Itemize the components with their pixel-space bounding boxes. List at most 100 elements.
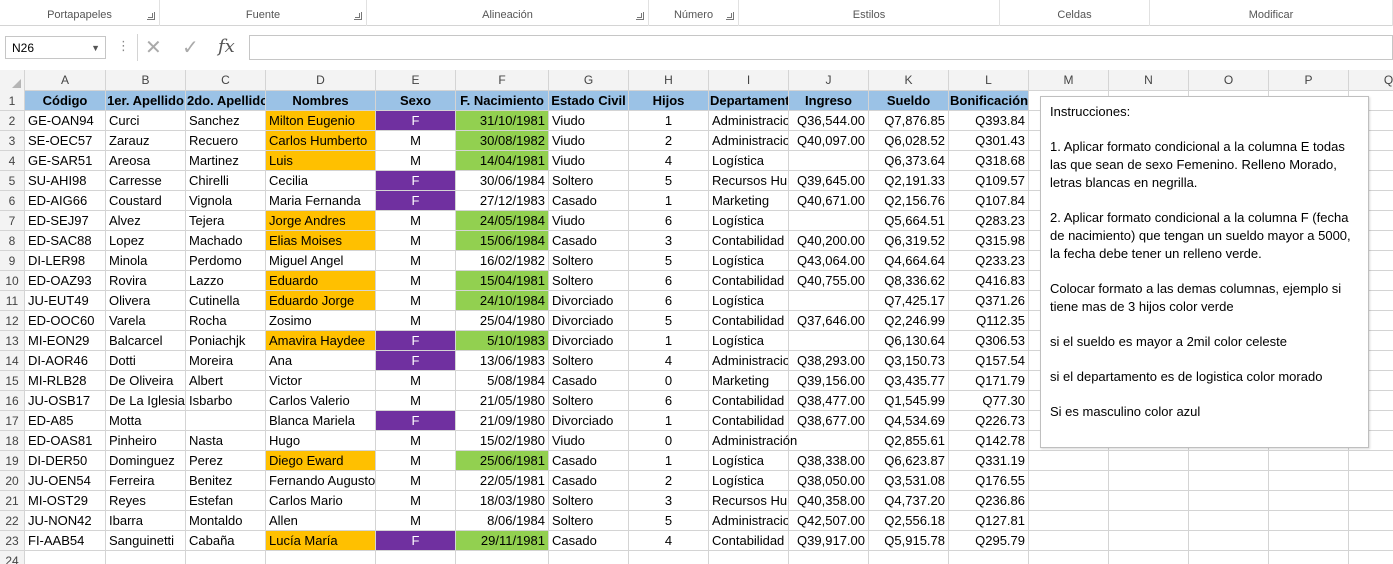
cell-C2[interactable]: Sanchez (186, 111, 266, 131)
cell-E1[interactable]: Sexo (376, 91, 456, 111)
cell-D22[interactable]: Allen (266, 511, 376, 531)
cell-B18[interactable]: Pinheiro (106, 431, 186, 451)
cell-C14[interactable]: Moreira (186, 351, 266, 371)
cell-O23[interactable] (1189, 531, 1269, 551)
cell-L18[interactable]: Q142.78 (949, 431, 1029, 451)
cell-E10[interactable]: M (376, 271, 456, 291)
cell-F8[interactable]: 15/06/1984 (456, 231, 549, 251)
cell-N19[interactable] (1109, 451, 1189, 471)
cell-I24[interactable] (709, 551, 789, 564)
cell-D18[interactable]: Hugo (266, 431, 376, 451)
cell-J3[interactable]: Q40,097.00 (789, 131, 869, 151)
cell-K14[interactable]: Q3,150.73 (869, 351, 949, 371)
cell-H15[interactable]: 0 (629, 371, 709, 391)
cell-N24[interactable] (1109, 551, 1189, 564)
cell-E15[interactable]: M (376, 371, 456, 391)
cell-D13[interactable]: Amavira Haydee (266, 331, 376, 351)
cell-H8[interactable]: 3 (629, 231, 709, 251)
cell-J14[interactable]: Q38,293.00 (789, 351, 869, 371)
cell-G14[interactable]: Soltero (549, 351, 629, 371)
cell-L21[interactable]: Q236.86 (949, 491, 1029, 511)
cell-A20[interactable]: JU-OEN54 (25, 471, 106, 491)
cell-G9[interactable]: Soltero (549, 251, 629, 271)
cell-A19[interactable]: DI-DER50 (25, 451, 106, 471)
cell-G15[interactable]: Casado (549, 371, 629, 391)
cell-F16[interactable]: 21/05/1980 (456, 391, 549, 411)
cell-F5[interactable]: 30/06/1984 (456, 171, 549, 191)
cell-A5[interactable]: SU-AHI98 (25, 171, 106, 191)
dialog-launcher-icon[interactable] (147, 12, 155, 20)
cell-L19[interactable]: Q331.19 (949, 451, 1029, 471)
ribbon-command-label[interactable]: como tabla (871, 0, 925, 3)
cell-G1[interactable]: Estado Civil (549, 91, 629, 111)
cell-C4[interactable]: Martinez (186, 151, 266, 171)
cell-D19[interactable]: Diego Eward (266, 451, 376, 471)
cell-K3[interactable]: Q6,028.52 (869, 131, 949, 151)
cell-I14[interactable]: Administracion (709, 351, 789, 371)
cell-E19[interactable]: M (376, 451, 456, 471)
ribbon-command-label[interactable]: celda (951, 0, 977, 3)
row-header-5[interactable]: 5 (0, 171, 25, 191)
cell-G20[interactable]: Casado (549, 471, 629, 491)
cell-J5[interactable]: Q39,645.00 (789, 171, 869, 191)
cell-E6[interactable]: F (376, 191, 456, 211)
cell-L14[interactable]: Q157.54 (949, 351, 1029, 371)
cell-L8[interactable]: Q315.98 (949, 231, 1029, 251)
cell-B2[interactable]: Curci (106, 111, 186, 131)
cell-M23[interactable] (1029, 531, 1109, 551)
cell-K8[interactable]: Q6,319.52 (869, 231, 949, 251)
cell-A8[interactable]: ED-SAC88 (25, 231, 106, 251)
cell-N21[interactable] (1109, 491, 1189, 511)
cell-H19[interactable]: 1 (629, 451, 709, 471)
cell-K2[interactable]: Q7,876.85 (869, 111, 949, 131)
cell-B15[interactable]: De Oliveira (106, 371, 186, 391)
cell-F20[interactable]: 22/05/1981 (456, 471, 549, 491)
cell-C20[interactable]: Benitez (186, 471, 266, 491)
cell-N20[interactable] (1109, 471, 1189, 491)
cell-C17[interactable] (186, 411, 266, 431)
cell-I4[interactable]: Logística (709, 151, 789, 171)
cell-L2[interactable]: Q393.84 (949, 111, 1029, 131)
row-header-4[interactable]: 4 (0, 151, 25, 171)
cell-I13[interactable]: Logística (709, 331, 789, 351)
row-header-8[interactable]: 8 (0, 231, 25, 251)
cell-H14[interactable]: 4 (629, 351, 709, 371)
cell-A7[interactable]: ED-SEJ97 (25, 211, 106, 231)
cell-F12[interactable]: 25/04/1980 (456, 311, 549, 331)
cell-E12[interactable]: M (376, 311, 456, 331)
cell-O20[interactable] (1189, 471, 1269, 491)
cell-I16[interactable]: Contabilidad (709, 391, 789, 411)
cell-A22[interactable]: JU-NON42 (25, 511, 106, 531)
cell-B24[interactable] (106, 551, 186, 564)
cell-A9[interactable]: DI-LER98 (25, 251, 106, 271)
cell-H13[interactable]: 1 (629, 331, 709, 351)
cell-H23[interactable]: 4 (629, 531, 709, 551)
cell-G12[interactable]: Divorciado (549, 311, 629, 331)
cell-J11[interactable] (789, 291, 869, 311)
cell-M20[interactable] (1029, 471, 1109, 491)
cell-J21[interactable]: Q40,358.00 (789, 491, 869, 511)
cell-D23[interactable]: Lucía María (266, 531, 376, 551)
cell-H12[interactable]: 5 (629, 311, 709, 331)
cell-J16[interactable]: Q38,477.00 (789, 391, 869, 411)
cell-G4[interactable]: Viudo (549, 151, 629, 171)
cell-H16[interactable]: 6 (629, 391, 709, 411)
column-header-L[interactable]: L (949, 70, 1029, 91)
cell-J6[interactable]: Q40,671.00 (789, 191, 869, 211)
cell-D17[interactable]: Blanca Mariela (266, 411, 376, 431)
cell-J1[interactable]: Ingreso (789, 91, 869, 111)
cell-D16[interactable]: Carlos Valerio (266, 391, 376, 411)
cell-J8[interactable]: Q40,200.00 (789, 231, 869, 251)
cell-I19[interactable]: Logística (709, 451, 789, 471)
row-header-10[interactable]: 10 (0, 271, 25, 291)
cell-B6[interactable]: Coustard (106, 191, 186, 211)
cell-F9[interactable]: 16/02/1982 (456, 251, 549, 271)
cell-H3[interactable]: 2 (629, 131, 709, 151)
cell-K24[interactable] (869, 551, 949, 564)
cell-K4[interactable]: Q6,373.64 (869, 151, 949, 171)
row-header-14[interactable]: 14 (0, 351, 25, 371)
cell-J12[interactable]: Q37,646.00 (789, 311, 869, 331)
cell-H10[interactable]: 6 (629, 271, 709, 291)
row-header-1[interactable]: 1 (0, 91, 25, 111)
cell-G17[interactable]: Divorciado (549, 411, 629, 431)
